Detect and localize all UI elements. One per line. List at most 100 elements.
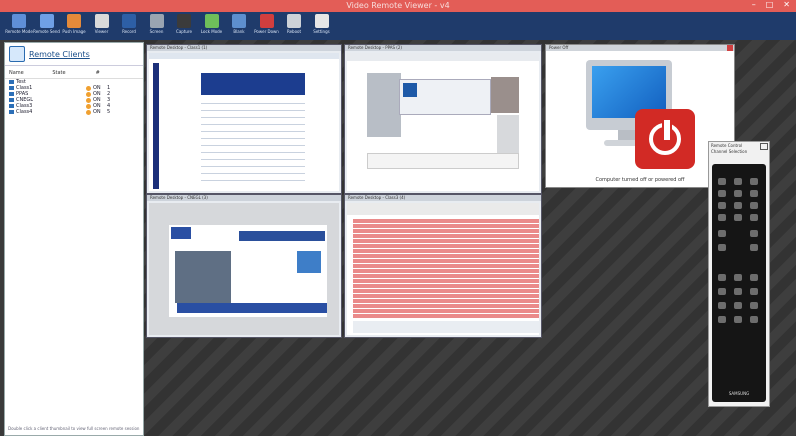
remote-key[interactable] — [718, 302, 726, 309]
client-name: Class4 — [16, 109, 33, 115]
power-off-window[interactable]: Power Off Computer turned off or powered… — [545, 44, 735, 188]
remote-key[interactable] — [718, 214, 726, 221]
lock-icon — [204, 14, 219, 28]
column-count[interactable]: # — [96, 70, 139, 76]
remote-key[interactable] — [718, 288, 726, 295]
remote-key[interactable] — [734, 288, 742, 295]
remote-key[interactable] — [750, 274, 758, 281]
toolbar-button-label: Remote Mode — [5, 29, 33, 34]
status-icon — [86, 85, 91, 91]
power-button-icon[interactable] — [635, 109, 695, 169]
panel-footer: Double click a client thumbnail to view … — [8, 426, 140, 431]
remote-key[interactable] — [734, 202, 742, 209]
remote-screen — [149, 203, 339, 335]
toolbar-button-label: Blank — [233, 29, 245, 34]
toolbar-button-label: Lock Mode — [200, 29, 223, 34]
remote-key[interactable] — [750, 230, 758, 237]
toolbar-button[interactable]: Screen — [142, 13, 172, 39]
toolbar-button-label: Screen — [149, 29, 164, 34]
image-icon — [67, 14, 81, 28]
record-icon — [122, 14, 136, 28]
toolbar-button[interactable]: Viewer — [87, 13, 117, 39]
remote-key[interactable] — [750, 178, 758, 185]
remote-key[interactable] — [750, 302, 758, 309]
remote-key[interactable] — [734, 178, 742, 185]
toolbar-button-label: Reboot — [286, 29, 302, 34]
remote-key[interactable] — [718, 178, 726, 185]
toolbar-button[interactable]: Remote Mode — [4, 13, 34, 39]
close-button[interactable]: ✕ — [783, 0, 790, 9]
remote-key[interactable] — [750, 244, 758, 251]
remote-key[interactable] — [734, 302, 742, 309]
power-window-caption: Power Off — [546, 45, 734, 51]
toolbar-button-label: Viewer — [94, 29, 109, 34]
column-state[interactable]: State — [52, 70, 95, 76]
remote-key[interactable] — [734, 214, 742, 221]
client-thumbnail[interactable]: Remote Desktop - CNEGL (3) — [146, 194, 342, 338]
capture-icon — [177, 14, 191, 28]
remote-control-window[interactable]: Remote Control Channel Selection SAMSUNG — [708, 141, 770, 407]
client-thumbnail[interactable]: Remote Desktop - Class3 (4) — [344, 194, 542, 338]
remote-screen — [347, 203, 539, 335]
window-title: Video Remote Viewer - v4 — [346, 1, 450, 10]
toolbar-button[interactable]: Remote Send — [32, 13, 62, 39]
toolbar-button-label: Power Down — [254, 29, 279, 34]
panel-title[interactable]: Remote Clients — [29, 50, 90, 59]
blank-icon — [232, 14, 246, 28]
panel-header: Remote Clients — [5, 43, 143, 66]
remote-key[interactable] — [734, 274, 742, 281]
monitor-icon — [12, 14, 26, 28]
remote-key[interactable] — [734, 316, 742, 323]
computer-icon — [9, 98, 14, 102]
clients-icon — [9, 46, 25, 62]
remote-key[interactable] — [750, 202, 758, 209]
minimize-button[interactable]: – — [752, 0, 756, 9]
remote-key[interactable] — [750, 214, 758, 221]
toolbar-button-label: Capture — [176, 29, 192, 34]
toolbar-button-label: Remote Send — [33, 29, 60, 34]
maximize-button[interactable]: □ — [766, 0, 774, 9]
main-toolbar: Remote Mode Remote Send Push Image Viewer Re… — [0, 12, 796, 40]
remote-key[interactable] — [718, 202, 726, 209]
reboot-icon — [287, 14, 301, 28]
column-name[interactable]: Name — [9, 70, 52, 76]
toolbar-button[interactable]: Push Image — [59, 13, 89, 39]
power-message: Computer turned off or powered off — [595, 177, 685, 183]
remote-key[interactable] — [750, 316, 758, 323]
client-thumbnail[interactable]: Remote Desktop - PPAS (2) — [344, 44, 542, 194]
computer-icon — [9, 104, 14, 108]
remote-body: SAMSUNG — [712, 164, 766, 402]
remote-key[interactable] — [750, 288, 758, 295]
remote-key[interactable] — [718, 190, 726, 197]
power-icon — [259, 14, 274, 28]
viewer-icon — [94, 14, 109, 28]
toolbar-button[interactable]: Blank — [224, 13, 254, 39]
remote-key[interactable] — [718, 316, 726, 323]
toolbar-button-label: Settings — [313, 29, 330, 34]
close-icon[interactable] — [760, 143, 768, 150]
remote-key[interactable] — [718, 230, 726, 237]
status-icon — [86, 97, 91, 103]
toolbar-button-label: Push Image — [62, 29, 86, 34]
toolbar-button[interactable]: Lock Mode — [197, 13, 227, 39]
screen-icon — [149, 14, 164, 28]
thumbnail-caption: Remote Desktop - Class3 (4) — [345, 195, 541, 201]
remote-screen — [347, 53, 539, 191]
computer-icon — [9, 86, 14, 90]
client-state: ON — [93, 109, 101, 115]
toolbar-button[interactable]: Power Down — [252, 13, 282, 39]
toolbar-button[interactable]: Capture — [169, 13, 199, 39]
client-row[interactable]: Class4 ON 5 — [5, 109, 143, 115]
remote-key[interactable] — [750, 190, 758, 197]
client-thumbnail[interactable]: Remote Desktop - Class1 (1) — [146, 44, 342, 194]
remote-key[interactable] — [718, 244, 726, 251]
computer-icon — [9, 80, 14, 84]
close-icon[interactable] — [727, 45, 733, 51]
status-icon — [86, 103, 91, 109]
toolbar-button[interactable]: Reboot — [279, 13, 309, 39]
toolbar-button[interactable]: Settings — [307, 13, 337, 39]
toolbar-button[interactable]: Record — [114, 13, 144, 39]
column-headers: Name State # — [5, 66, 143, 79]
remote-key[interactable] — [734, 190, 742, 197]
remote-key[interactable] — [718, 274, 726, 281]
